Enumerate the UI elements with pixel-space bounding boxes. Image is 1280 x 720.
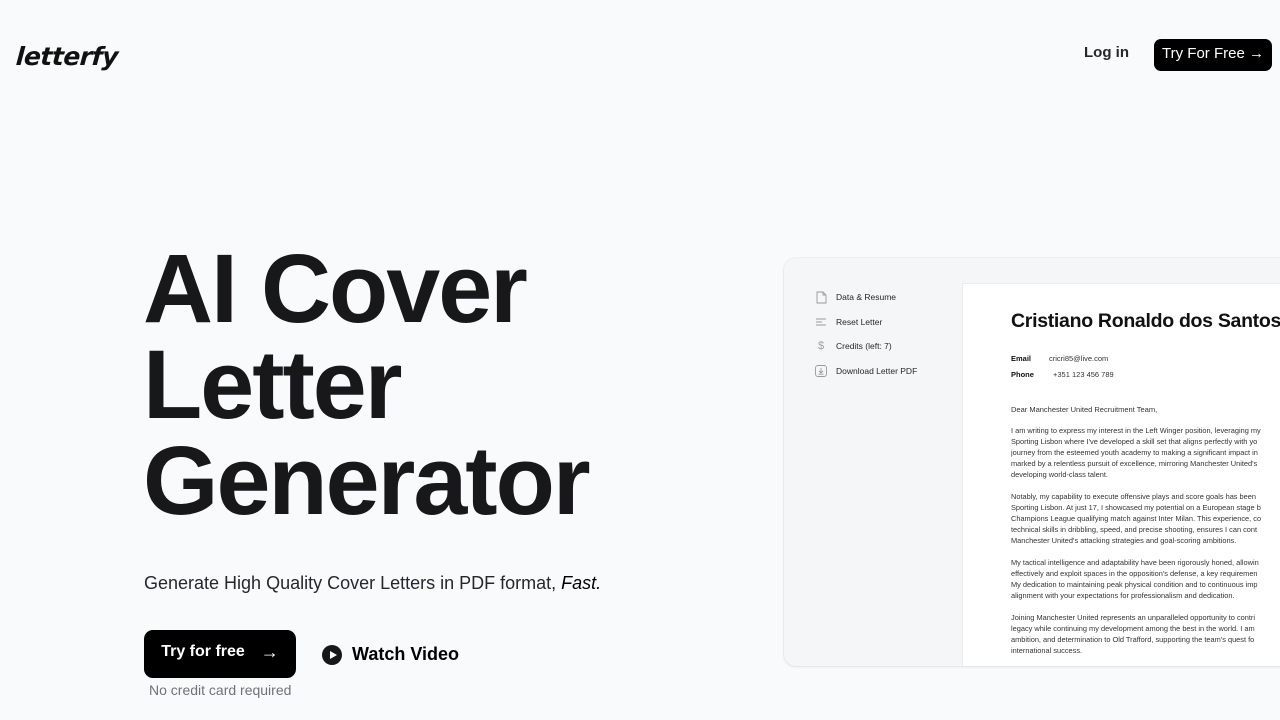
sidebar-item-reset-letter[interactable]: Reset Letter bbox=[814, 310, 917, 335]
sidebar-item-label: Reset Letter bbox=[836, 316, 883, 327]
applicant-name: Cristiano Ronaldo dos Santos bbox=[1011, 310, 1280, 332]
letter-paragraph: Notably, my capability to execute offens… bbox=[1011, 492, 1262, 545]
sidebar-item-credits[interactable]: $ Credits (left: 7) bbox=[814, 334, 917, 359]
preview-sidebar: Data & Resume Reset Letter $ Credits (le… bbox=[814, 285, 917, 383]
subtitle-text: Generate High Quality Cover Letters in P… bbox=[144, 573, 562, 593]
hero-subtitle: Generate High Quality Cover Letters in P… bbox=[144, 573, 601, 594]
arrow-right-icon: → bbox=[260, 641, 279, 662]
headline-line: Generator bbox=[143, 426, 591, 535]
email-label: Email bbox=[1011, 353, 1032, 363]
phone-row: Phone +351 123 456 789 bbox=[1011, 366, 1280, 382]
login-link[interactable]: Log in bbox=[1084, 44, 1129, 61]
headline-line: Letter bbox=[143, 330, 402, 439]
try-for-free-label: Try for free bbox=[161, 643, 245, 660]
headline-line: AI Cover bbox=[143, 234, 528, 343]
lines-icon bbox=[814, 315, 828, 329]
play-icon bbox=[322, 645, 342, 665]
email-value: cricri85@live.com bbox=[1049, 353, 1109, 363]
sidebar-item-download-pdf[interactable]: Download Letter PDF bbox=[814, 359, 917, 384]
download-icon bbox=[814, 364, 828, 378]
subtitle-emphasis: Fast. bbox=[561, 573, 602, 593]
nav-try-free-button[interactable]: Try For Free → bbox=[1154, 39, 1272, 71]
letter-paragraph: Joining Manchester United represents an … bbox=[1011, 613, 1256, 655]
watch-video-button[interactable]: Watch Video bbox=[322, 643, 459, 665]
letter-greeting: Dear Manchester United Recruitment Team, bbox=[1011, 405, 1158, 414]
document-icon bbox=[814, 290, 828, 304]
sidebar-item-data-resume[interactable]: Data & Resume bbox=[814, 285, 917, 310]
try-for-free-button[interactable]: Try for free → bbox=[144, 630, 296, 678]
contact-info: Email cricri85@live.com Phone +351 123 4… bbox=[1011, 350, 1280, 382]
phone-label: Phone bbox=[1011, 369, 1034, 379]
hero-headline: AI Cover Letter Generator bbox=[143, 234, 591, 535]
dollar-icon: $ bbox=[817, 340, 825, 353]
app-preview: Data & Resume Reset Letter $ Credits (le… bbox=[784, 258, 1280, 666]
no-credit-card-note: No credit card required bbox=[149, 682, 292, 698]
letter-paragraph: I am writing to express my interest in t… bbox=[1011, 426, 1261, 479]
logo[interactable]: letterfy bbox=[15, 42, 119, 71]
letter-paragraph: My tactical intelligence and adaptabilit… bbox=[1011, 558, 1259, 600]
sidebar-item-label: Download Letter PDF bbox=[836, 365, 918, 376]
phone-value: +351 123 456 789 bbox=[1053, 369, 1114, 379]
sidebar-item-label: Credits (left: 7) bbox=[836, 341, 892, 352]
sidebar-item-label: Data & Resume bbox=[836, 292, 896, 303]
watch-video-label: Watch Video bbox=[352, 643, 460, 664]
letter-paper: Cristiano Ronaldo dos Santos Email cricr… bbox=[962, 283, 1280, 666]
email-row: Email cricri85@live.com bbox=[1011, 350, 1280, 366]
